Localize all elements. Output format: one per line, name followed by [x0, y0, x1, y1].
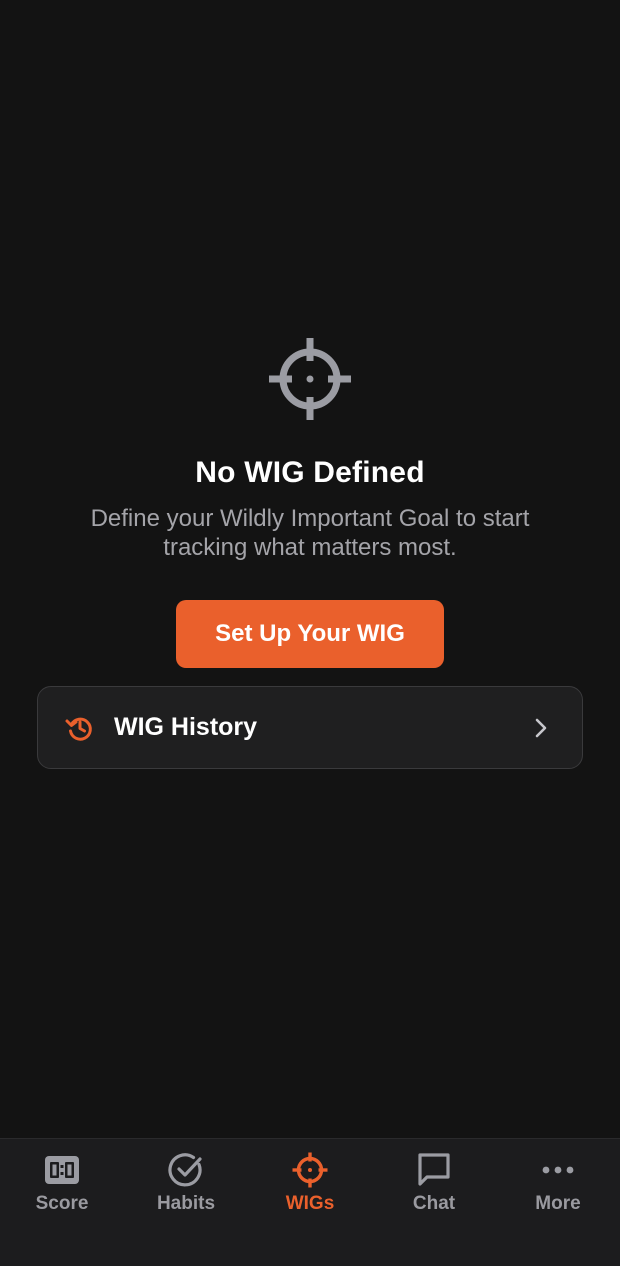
crosshair-target-icon	[292, 1152, 328, 1188]
wig-screen: No WIG Defined Define your Wildly Import…	[0, 0, 620, 1266]
bottom-tab-bar: Score Habits WIGs Chat More	[0, 1138, 620, 1266]
chevron-right-icon	[535, 718, 547, 737]
tab-wigs[interactable]: WIGs	[248, 1139, 372, 1266]
more-dots-icon	[542, 1166, 574, 1174]
tab-label: More	[535, 1193, 581, 1214]
setup-wig-button[interactable]: Set Up Your WIG	[176, 600, 444, 668]
wig-history-row[interactable]: WIG History	[37, 686, 583, 769]
wig-history-label: WIG History	[114, 713, 258, 741]
scoreboard-icon	[45, 1156, 79, 1184]
tab-habits[interactable]: Habits	[124, 1139, 248, 1266]
tab-more[interactable]: More	[496, 1139, 620, 1266]
empty-state-title: No WIG Defined	[195, 456, 425, 489]
tab-label: WIGs	[285, 1193, 335, 1214]
chat-bubble-icon	[418, 1153, 450, 1186]
tab-label: Score	[35, 1193, 89, 1214]
empty-state: No WIG Defined Define your Wildly Import…	[0, 336, 620, 668]
history-icon	[65, 717, 92, 741]
check-circle-icon	[168, 1153, 202, 1187]
crosshair-target-icon	[269, 338, 351, 420]
empty-state-description: Define your Wildly Important Goal to sta…	[90, 505, 530, 561]
tab-label: Chat	[412, 1193, 456, 1214]
tab-chat[interactable]: Chat	[372, 1139, 496, 1266]
tab-score[interactable]: Score	[0, 1139, 124, 1266]
tab-label: Habits	[156, 1193, 216, 1214]
